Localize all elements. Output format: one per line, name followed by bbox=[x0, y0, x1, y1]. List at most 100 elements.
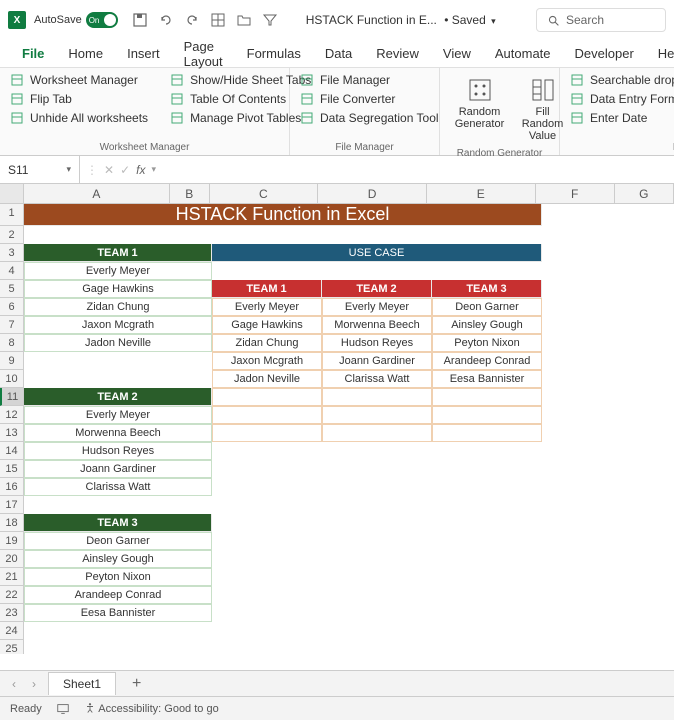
col-header-D[interactable]: D bbox=[318, 184, 427, 203]
cell[interactable]: HSTACK Function in Excel bbox=[24, 204, 542, 226]
cell[interactable]: Zidan Chung bbox=[212, 334, 322, 352]
row-header-15[interactable]: 15 bbox=[0, 460, 23, 478]
redo-icon[interactable] bbox=[184, 12, 200, 28]
cell[interactable]: Everly Meyer bbox=[24, 406, 212, 424]
cell[interactable]: Deon Garner bbox=[24, 532, 212, 550]
cell[interactable]: TEAM 3 bbox=[24, 514, 212, 532]
sheet-tab[interactable]: Sheet1 bbox=[48, 672, 116, 695]
cell[interactable]: Everly Meyer bbox=[24, 262, 212, 280]
cell[interactable]: Jaxon Mcgrath bbox=[212, 352, 322, 370]
col-header-E[interactable]: E bbox=[427, 184, 536, 203]
cell[interactable]: Clarissa Watt bbox=[322, 370, 432, 388]
cell[interactable] bbox=[322, 388, 432, 406]
cell[interactable]: USE CASE bbox=[212, 244, 542, 262]
chevron-down-icon[interactable]: ▾ bbox=[491, 16, 496, 26]
row-header-23[interactable]: 23 bbox=[0, 604, 23, 622]
cell[interactable]: TEAM 3 bbox=[432, 280, 542, 298]
next-sheet-button[interactable]: › bbox=[28, 677, 40, 691]
ribbon-file-converter[interactable]: File Converter bbox=[298, 91, 431, 107]
cell[interactable] bbox=[212, 424, 322, 442]
row-header-25[interactable]: 25 bbox=[0, 640, 23, 654]
menu-tab-page-layout[interactable]: Page Layout bbox=[172, 35, 235, 73]
cell[interactable]: Hudson Reyes bbox=[322, 334, 432, 352]
cell[interactable]: Jadon Neville bbox=[24, 334, 212, 352]
ribbon-flip-tab[interactable]: Flip Tab bbox=[8, 91, 150, 107]
cell[interactable]: TEAM 1 bbox=[24, 244, 212, 262]
menu-tab-home[interactable]: Home bbox=[56, 42, 115, 65]
cell[interactable] bbox=[212, 406, 322, 424]
cell[interactable]: Peyton Nixon bbox=[24, 568, 212, 586]
row-header-11[interactable]: 11 bbox=[0, 388, 23, 406]
row-header-4[interactable]: 4 bbox=[0, 262, 23, 280]
row-header-21[interactable]: 21 bbox=[0, 568, 23, 586]
menu-tab-data[interactable]: Data bbox=[313, 42, 364, 65]
autosave-toggle[interactable]: On bbox=[86, 12, 118, 28]
grid-icon[interactable] bbox=[210, 12, 226, 28]
row-header-12[interactable]: 12 bbox=[0, 406, 23, 424]
row-header-2[interactable]: 2 bbox=[0, 226, 23, 244]
save-icon[interactable] bbox=[132, 12, 148, 28]
row-header-16[interactable]: 16 bbox=[0, 478, 23, 496]
cell[interactable]: Ainsley Gough bbox=[432, 316, 542, 334]
cell[interactable]: Gage Hawkins bbox=[24, 280, 212, 298]
filter-icon[interactable] bbox=[262, 12, 278, 28]
ribbon-searchable-drop[interactable]: Searchable drop bbox=[568, 72, 674, 88]
menu-tab-insert[interactable]: Insert bbox=[115, 42, 172, 65]
cell[interactable]: TEAM 2 bbox=[322, 280, 432, 298]
undo-icon[interactable] bbox=[158, 12, 174, 28]
cancel-icon[interactable]: ✕ bbox=[104, 163, 114, 177]
ribbon-enter-date[interactable]: Enter Date bbox=[568, 110, 674, 126]
row-header-13[interactable]: 13 bbox=[0, 424, 23, 442]
cell[interactable]: Eesa Bannister bbox=[24, 604, 212, 622]
ribbon-unhide-all-worksheets[interactable]: Unhide All worksheets bbox=[8, 110, 150, 126]
display-settings-icon[interactable] bbox=[56, 702, 70, 716]
ribbon-data-segregation-tool[interactable]: Data Segregation Tool bbox=[298, 110, 431, 126]
cell[interactable]: Joann Gardiner bbox=[322, 352, 432, 370]
random-generator-button[interactable]: Random Generator bbox=[452, 76, 507, 142]
cell[interactable]: Gage Hawkins bbox=[212, 316, 322, 334]
cell[interactable]: Everly Meyer bbox=[322, 298, 432, 316]
col-header-C[interactable]: C bbox=[210, 184, 319, 203]
row-header-10[interactable]: 10 bbox=[0, 370, 23, 388]
cell[interactable]: Joann Gardiner bbox=[24, 460, 212, 478]
cell[interactable]: Jaxon Mcgrath bbox=[24, 316, 212, 334]
cell[interactable]: TEAM 1 bbox=[212, 280, 322, 298]
row-header-20[interactable]: 20 bbox=[0, 550, 23, 568]
ribbon-worksheet-manager[interactable]: Worksheet Manager bbox=[8, 72, 150, 88]
cell[interactable]: Ainsley Gough bbox=[24, 550, 212, 568]
row-header-9[interactable]: 9 bbox=[0, 352, 23, 370]
row-header-8[interactable]: 8 bbox=[0, 334, 23, 352]
row-header-17[interactable]: 17 bbox=[0, 496, 23, 514]
folder-icon[interactable] bbox=[236, 12, 252, 28]
row-header-7[interactable]: 7 bbox=[0, 316, 23, 334]
cell[interactable]: Jadon Neville bbox=[212, 370, 322, 388]
add-sheet-button[interactable]: + bbox=[132, 675, 141, 693]
cell[interactable]: Morwenna Beech bbox=[322, 316, 432, 334]
row-header-1[interactable]: 1 bbox=[0, 204, 23, 226]
col-header-A[interactable]: A bbox=[24, 184, 170, 203]
row-header-14[interactable]: 14 bbox=[0, 442, 23, 460]
name-box[interactable]: S11 ▾ bbox=[0, 156, 80, 183]
cell[interactable]: Hudson Reyes bbox=[24, 442, 212, 460]
menu-tab-file[interactable]: File bbox=[10, 42, 56, 65]
accessibility-status[interactable]: Accessibility: Good to go bbox=[84, 702, 219, 715]
cell[interactable] bbox=[432, 424, 542, 442]
row-header-6[interactable]: 6 bbox=[0, 298, 23, 316]
cell[interactable]: Morwenna Beech bbox=[24, 424, 212, 442]
fx-icon[interactable]: fx bbox=[136, 163, 145, 177]
menu-tab-formulas[interactable]: Formulas bbox=[235, 42, 313, 65]
cell[interactable] bbox=[432, 388, 542, 406]
menu-tab-automate[interactable]: Automate bbox=[483, 42, 563, 65]
confirm-icon[interactable]: ✓ bbox=[120, 163, 130, 177]
ribbon-file-manager[interactable]: File Manager bbox=[298, 72, 431, 88]
cell[interactable]: Everly Meyer bbox=[212, 298, 322, 316]
row-header-22[interactable]: 22 bbox=[0, 586, 23, 604]
row-header-19[interactable]: 19 bbox=[0, 532, 23, 550]
cell[interactable] bbox=[322, 406, 432, 424]
cell[interactable]: Deon Garner bbox=[432, 298, 542, 316]
menu-tab-developer[interactable]: Developer bbox=[563, 42, 646, 65]
select-all-corner[interactable] bbox=[0, 184, 24, 203]
cell[interactable] bbox=[212, 388, 322, 406]
cell[interactable]: Eesa Bannister bbox=[432, 370, 542, 388]
col-header-F[interactable]: F bbox=[536, 184, 615, 203]
